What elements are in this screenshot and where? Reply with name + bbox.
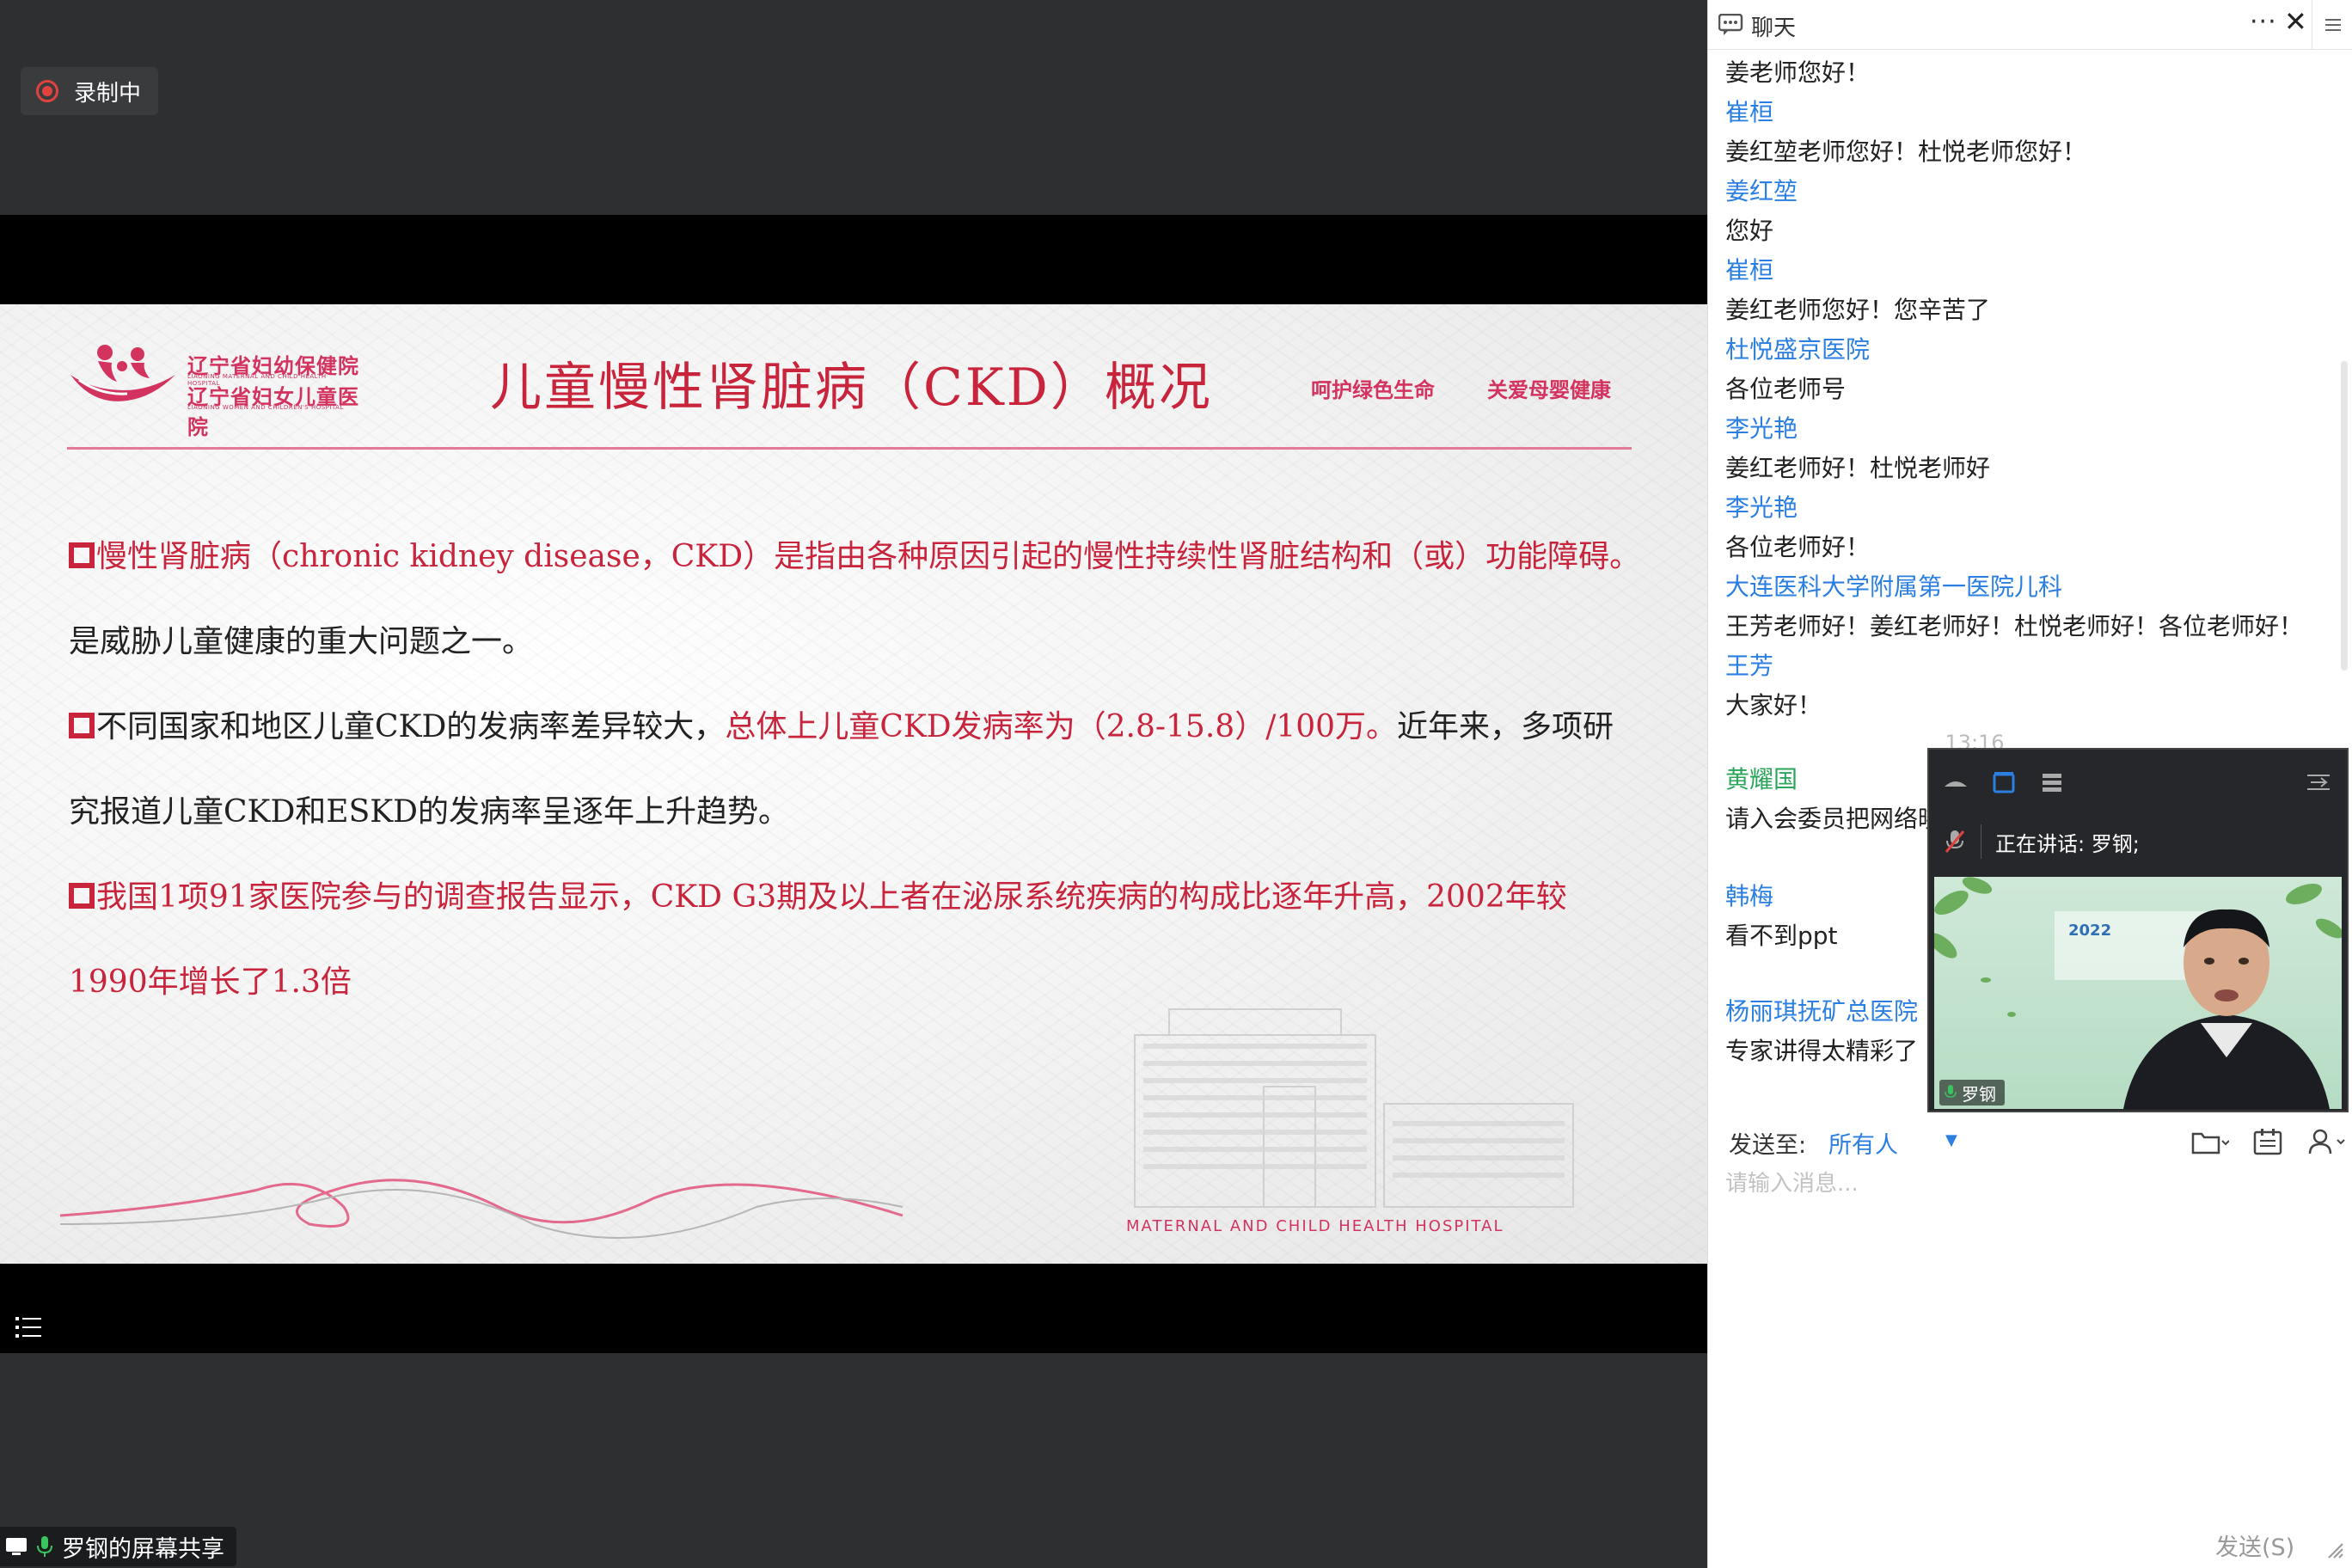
record-icon [36,80,58,102]
square-bullet-icon [69,883,95,909]
single-view-icon [1993,772,2015,793]
chat-sender[interactable]: 崔桓 [1725,251,2327,291]
video-toolbar [1929,750,2347,815]
recording-indicator[interactable]: 录制中 [21,67,159,115]
chat-scrollbar[interactable] [2341,361,2348,671]
chat-message-text: 姜红老师您好！您辛苦了 [1725,296,1991,324]
hospital-logo: 辽宁省妇幼保健院 LIAONING MATERNAL AND CHILD HEA… [67,340,359,439]
send-to-label: 发送至: [1729,1132,1807,1159]
shared-slide: 辽宁省妇幼保健院 LIAONING MATERNAL AND CHILD HEA… [0,304,1707,1264]
chat-message-text: 您好 [1725,217,1774,245]
slide-paragraph-2: 不同国家和地区儿童CKD的发病率差异较大，总体上儿童CKD发病率为（2.8-15… [69,684,1642,854]
folder-icon [2191,1132,2229,1155]
slide-paragraph-1: 慢性肾脏病（chronic kidney disease，CKD）是指由各种原因… [69,514,1642,684]
chat-bubble-icon [1718,14,1743,35]
chat-message-text: 姜红堃老师您好！杜悦老师您好！ [1725,138,2087,166]
chat-sender[interactable]: 杜悦盛京医院 [1725,330,2327,370]
chat-sender[interactable]: 王芳 [1725,646,2327,686]
slide-slogan-1: 呵护绿色生命 [1311,378,1435,402]
heartbeat-line-decoration [59,1179,903,1239]
announcement-icon [2253,1129,2282,1155]
chat-message-text: 姜红老师好！杜悦老师好 [1725,454,1991,482]
message-input[interactable] [1725,1166,2327,1492]
minimize-icon [1945,781,1967,787]
chat-sender[interactable]: 崔桓 [1725,93,2327,132]
para-3-highlight: 我国1项91家医院参与的调查报告显示，CKD G3期及以上者在泌尿系统疾病的构成… [69,879,1567,1000]
screen-share-icon [6,1538,27,1555]
screen-share-indicator[interactable]: 罗钢的屏幕共享 [0,1527,236,1566]
chat-sender[interactable]: 姜红堃 [1725,172,2327,211]
logo-subtitle-line2: LIAONING WOMEN AND CHILDREN'S HOSPITAL [187,404,344,411]
user-icon [2308,1129,2345,1155]
caret-down-icon[interactable]: ▼ [1945,1131,1957,1149]
hospital-logo-mark [70,345,175,401]
more-options-button[interactable]: ··· [2250,7,2277,37]
para-1-text: 是威胁儿童健康的重大问题之一。 [69,624,534,659]
letterbox-bottom [0,1264,1707,1353]
title-divider [67,447,1632,450]
chat-tool-icons [2190,1124,2348,1159]
participant-name: 罗钢 [1962,1083,1996,1105]
slide-slogan-2: 关爱母婴健康 [1487,378,1611,402]
list-view-button[interactable] [2037,769,2067,795]
square-bullet-icon [69,713,95,738]
chat-header: 聊天 ··· ✕ [1708,0,2352,50]
para-2-text-a: 不同国家和地区儿童CKD的发病率差异较大， [96,709,726,744]
notice-button[interactable] [2248,1124,2289,1159]
close-chat-button[interactable]: ✕ [2284,5,2307,38]
meeting-stage: 录制中 辽宁省妇幼保健院 LIAONING MATERNAL AND CHILD… [0,0,1707,1568]
file-button[interactable] [2190,1124,2231,1159]
chat-message-text: 姜老师您好！ [1725,58,1871,87]
chat-message-text: 王芳老师好！姜红老师好！杜悦老师好！各位老师好！ [1725,612,2304,640]
list-menu-icon[interactable] [12,1314,46,1341]
mic-muted-icon [1929,829,1981,854]
minimize-video-button[interactable] [1941,769,1970,795]
collapse-video-button[interactable] [2304,769,2333,795]
recipient-select[interactable]: 所有人 [1828,1126,1898,1160]
chat-sender[interactable]: 李光艳 [1725,488,2327,528]
active-speaker-bar: 正在讲话: 罗钢; [1929,815,2347,868]
hospital-building-illustration [1134,1008,1574,1208]
screen-share-label: 罗钢的屏幕共享 [62,1535,224,1563]
slide-title: 儿童慢性肾脏病（CKD）概况 [490,358,1213,418]
square-bullet-icon [69,542,95,568]
chat-message-text: 各位老师好！ [1725,533,1871,561]
video-backdrop-year: 2022 [2068,922,2112,940]
list-view-icon [2043,774,2061,792]
recording-label: 录制中 [74,80,142,107]
resize-grip-icon[interactable] [2324,1539,2344,1559]
hamburger-icon [2324,19,2341,31]
microphone-icon [1945,1085,1957,1098]
video-floating-window[interactable]: 正在讲话: 罗钢; 2022 罗钢 [1927,748,2349,1112]
para-2-highlight: 总体上儿童CKD发病率为（2.8-15.8）/100万。 [725,709,1398,744]
letterbox-top [0,215,1707,304]
microphone-icon [37,1536,52,1557]
panel-menu-button[interactable] [2312,0,2352,50]
para-1-highlight: 慢性肾脏病（chronic kidney disease，CKD）是指由各种原因… [96,539,1641,574]
send-button[interactable]: 发送(S) [2215,1528,2294,1562]
chat-title: 聊天 [1751,15,1797,41]
single-view-button[interactable] [1989,769,2018,795]
chat-sender[interactable]: 李光艳 [1725,409,2327,449]
chat-message-text: 各位老师号 [1725,375,1847,403]
speaking-label: 正在讲话: 罗钢; [1995,831,2140,856]
participant-name-tag: 罗钢 [1939,1080,2005,1106]
chat-sender[interactable]: 大连医科大学附属第一医院儿科 [1725,567,2327,607]
participant-person [2123,909,2330,1109]
chat-message-text: 大家好！ [1725,691,1822,720]
participant-video-feed: 2022 罗钢 [1934,877,2342,1109]
collapse-arrow-icon [2307,775,2330,790]
participant-button[interactable] [2306,1124,2348,1159]
slide-footer-text: MATERNAL AND CHILD HEALTH HOSPITAL [1126,1217,1504,1235]
